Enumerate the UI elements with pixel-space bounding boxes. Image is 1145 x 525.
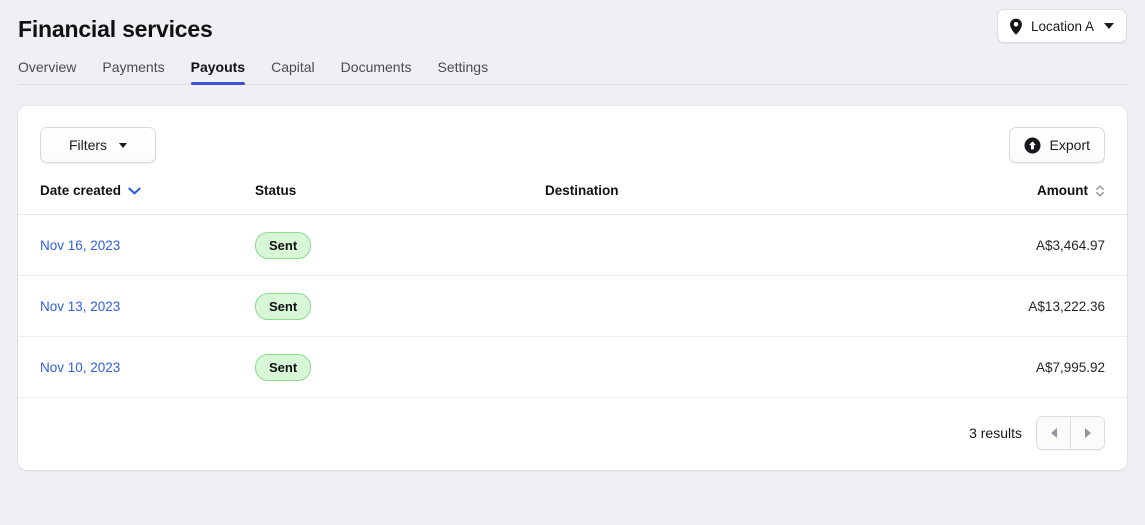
tab-overview[interactable]: Overview	[18, 59, 76, 85]
page-title: Financial services	[18, 0, 1127, 43]
tab-capital[interactable]: Capital	[271, 59, 315, 85]
cell-amount: A$13,222.36	[855, 276, 1127, 337]
column-header-amount-label: Amount	[1037, 183, 1088, 198]
payout-date-link[interactable]: Nov 13, 2023	[40, 299, 120, 314]
status-badge: Sent	[255, 354, 311, 381]
table-footer: 3 results	[18, 398, 1127, 470]
tab-payouts[interactable]: Payouts	[191, 59, 245, 85]
column-header-date-created-label: Date created	[40, 183, 121, 198]
pagination	[1036, 416, 1105, 450]
location-selector-label: Location A	[1031, 19, 1094, 34]
cell-date-created: Nov 13, 2023	[18, 276, 255, 337]
payout-date-link[interactable]: Nov 10, 2023	[40, 360, 120, 375]
export-circle-arrow-icon	[1024, 137, 1041, 154]
nav-tabs: Overview Payments Payouts Capital Docume…	[0, 59, 1145, 85]
export-button[interactable]: Export	[1009, 127, 1105, 163]
cell-amount: A$3,464.97	[855, 215, 1127, 276]
status-badge: Sent	[255, 293, 311, 320]
column-header-amount[interactable]: Amount	[855, 177, 1127, 215]
export-button-label: Export	[1050, 137, 1090, 153]
map-pin-icon	[1009, 18, 1023, 35]
pagination-next-button[interactable]	[1070, 417, 1104, 449]
column-header-status-label: Status	[255, 183, 296, 198]
table-row[interactable]: Nov 10, 2023 Sent A$7,995.92	[18, 337, 1127, 398]
tab-settings[interactable]: Settings	[437, 59, 488, 85]
column-header-destination[interactable]: Destination	[545, 177, 855, 215]
chevron-down-icon	[1104, 23, 1114, 29]
pagination-prev-button[interactable]	[1037, 417, 1070, 449]
column-header-destination-label: Destination	[545, 183, 619, 198]
cell-status: Sent	[255, 337, 545, 398]
chevron-down-icon	[119, 143, 127, 148]
triangle-right-icon	[1085, 428, 1091, 438]
column-header-status[interactable]: Status	[255, 177, 545, 215]
table-header-row: Date created Status D	[18, 177, 1127, 215]
cell-date-created: Nov 10, 2023	[18, 337, 255, 398]
chevron-up-down-icon	[1095, 184, 1105, 198]
payout-date-link[interactable]: Nov 16, 2023	[40, 238, 120, 253]
cell-destination	[545, 276, 855, 337]
tab-documents[interactable]: Documents	[341, 59, 412, 85]
card-toolbar: Filters Export	[18, 106, 1127, 177]
cell-status: Sent	[255, 276, 545, 337]
filters-button-label: Filters	[69, 137, 107, 153]
triangle-left-icon	[1051, 428, 1057, 438]
cell-destination	[545, 337, 855, 398]
cell-date-created: Nov 16, 2023	[18, 215, 255, 276]
filters-button[interactable]: Filters	[40, 127, 156, 163]
table-row[interactable]: Nov 16, 2023 Sent A$3,464.97	[18, 215, 1127, 276]
results-count: 3 results	[969, 425, 1022, 441]
status-badge: Sent	[255, 232, 311, 259]
page-header: Financial services Location A	[0, 0, 1145, 43]
column-header-date-created[interactable]: Date created	[18, 177, 255, 215]
table-row[interactable]: Nov 13, 2023 Sent A$13,222.36	[18, 276, 1127, 337]
tab-payments[interactable]: Payments	[102, 59, 164, 85]
cell-destination	[545, 215, 855, 276]
chevron-down-icon	[128, 187, 141, 195]
cell-status: Sent	[255, 215, 545, 276]
payouts-table: Date created Status D	[18, 177, 1127, 398]
payouts-card: Filters Export Date created	[18, 106, 1127, 470]
cell-amount: A$7,995.92	[855, 337, 1127, 398]
location-selector[interactable]: Location A	[997, 9, 1127, 43]
